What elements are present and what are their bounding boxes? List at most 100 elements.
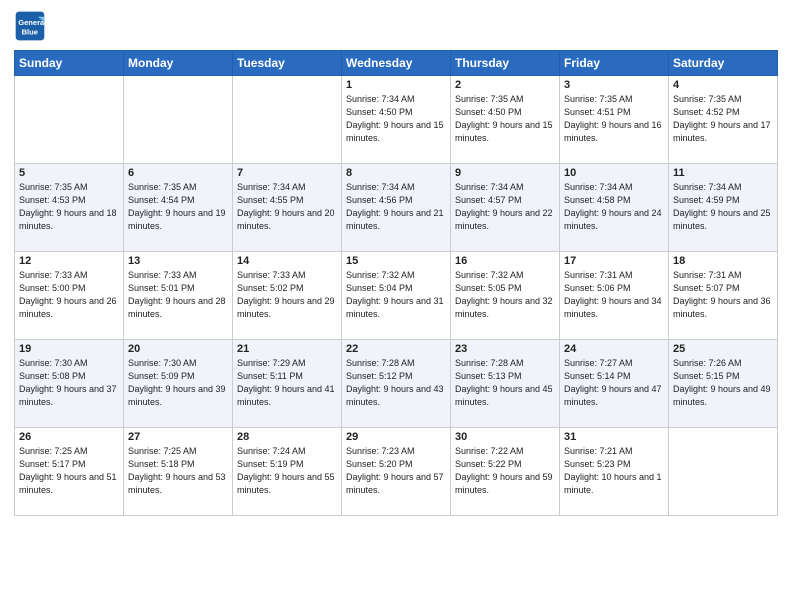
day-cell: 9 Sunrise: 7:34 AMSunset: 4:57 PMDaylight… [451,164,560,252]
day-number: 9 [455,167,555,179]
day-cell: 23 Sunrise: 7:28 AMSunset: 5:13 PMDayligh… [451,340,560,428]
day-number: 12 [19,255,119,267]
day-number: 14 [237,255,337,267]
day-number: 19 [19,343,119,355]
day-info: Sunrise: 7:30 AMSunset: 5:09 PMDaylight:… [128,357,228,409]
day-cell: 26 Sunrise: 7:25 AMSunset: 5:17 PMDayligh… [15,428,124,516]
day-info: Sunrise: 7:33 AMSunset: 5:00 PMDaylight:… [19,269,119,321]
day-number: 28 [237,431,337,443]
weekday-header-saturday: Saturday [669,51,778,76]
day-info: Sunrise: 7:25 AMSunset: 5:18 PMDaylight:… [128,445,228,497]
day-info: Sunrise: 7:32 AMSunset: 5:04 PMDaylight:… [346,269,446,321]
day-cell: 5 Sunrise: 7:35 AMSunset: 4:53 PMDaylight… [15,164,124,252]
day-info: Sunrise: 7:24 AMSunset: 5:19 PMDaylight:… [237,445,337,497]
week-row-3: 19 Sunrise: 7:30 AMSunset: 5:08 PMDayligh… [15,340,778,428]
day-cell: 29 Sunrise: 7:23 AMSunset: 5:20 PMDayligh… [342,428,451,516]
day-info: Sunrise: 7:21 AMSunset: 5:23 PMDaylight:… [564,445,664,497]
day-info: Sunrise: 7:32 AMSunset: 5:05 PMDaylight:… [455,269,555,321]
day-info: Sunrise: 7:26 AMSunset: 5:15 PMDaylight:… [673,357,773,409]
day-cell: 12 Sunrise: 7:33 AMSunset: 5:00 PMDayligh… [15,252,124,340]
day-cell: 20 Sunrise: 7:30 AMSunset: 5:09 PMDayligh… [124,340,233,428]
day-number: 5 [19,167,119,179]
weekday-header-monday: Monday [124,51,233,76]
day-cell [124,76,233,164]
week-row-2: 12 Sunrise: 7:33 AMSunset: 5:00 PMDayligh… [15,252,778,340]
day-info: Sunrise: 7:34 AMSunset: 4:58 PMDaylight:… [564,181,664,233]
day-cell: 6 Sunrise: 7:35 AMSunset: 4:54 PMDaylight… [124,164,233,252]
day-cell: 15 Sunrise: 7:32 AMSunset: 5:04 PMDayligh… [342,252,451,340]
day-cell [15,76,124,164]
day-cell: 25 Sunrise: 7:26 AMSunset: 5:15 PMDayligh… [669,340,778,428]
day-info: Sunrise: 7:34 AMSunset: 4:50 PMDaylight:… [346,93,446,145]
day-cell: 16 Sunrise: 7:32 AMSunset: 5:05 PMDayligh… [451,252,560,340]
day-cell: 24 Sunrise: 7:27 AMSunset: 5:14 PMDayligh… [560,340,669,428]
day-info: Sunrise: 7:31 AMSunset: 5:07 PMDaylight:… [673,269,773,321]
day-number: 31 [564,431,664,443]
day-info: Sunrise: 7:35 AMSunset: 4:50 PMDaylight:… [455,93,555,145]
day-info: Sunrise: 7:25 AMSunset: 5:17 PMDaylight:… [19,445,119,497]
day-cell: 17Sunrise: 7:31 AMSunset: 5:06 PMDayligh… [560,252,669,340]
day-cell: 27Sunrise: 7:25 AMSunset: 5:18 PMDayligh… [124,428,233,516]
day-cell: 18 Sunrise: 7:31 AMSunset: 5:07 PMDayligh… [669,252,778,340]
day-cell: 28 Sunrise: 7:24 AMSunset: 5:19 PMDayligh… [233,428,342,516]
day-info: Sunrise: 7:30 AMSunset: 5:08 PMDaylight:… [19,357,119,409]
weekday-header-sunday: Sunday [15,51,124,76]
logo-icon: General Blue [14,10,46,42]
page: General Blue SundayMondayTuesdayWednesda… [0,0,792,612]
day-number: 7 [237,167,337,179]
day-info: Sunrise: 7:29 AMSunset: 5:11 PMDaylight:… [237,357,337,409]
week-row-0: 1 Sunrise: 7:34 AMSunset: 4:50 PMDaylight… [15,76,778,164]
day-number: 24 [564,343,664,355]
day-number: 6 [128,167,228,179]
day-number: 23 [455,343,555,355]
day-info: Sunrise: 7:28 AMSunset: 5:13 PMDaylight:… [455,357,555,409]
day-cell: 13 Sunrise: 7:33 AMSunset: 5:01 PMDayligh… [124,252,233,340]
day-number: 30 [455,431,555,443]
day-cell: 22 Sunrise: 7:28 AMSunset: 5:12 PMDayligh… [342,340,451,428]
day-cell: 31 Sunrise: 7:21 AMSunset: 5:23 PMDayligh… [560,428,669,516]
day-cell: 19 Sunrise: 7:30 AMSunset: 5:08 PMDayligh… [15,340,124,428]
weekday-header-tuesday: Tuesday [233,51,342,76]
day-number: 26 [19,431,119,443]
day-number: 20 [128,343,228,355]
day-number: 22 [346,343,446,355]
day-number: 29 [346,431,446,443]
day-number: 2 [455,79,555,91]
weekday-header-row: SundayMondayTuesdayWednesdayThursdayFrid… [15,51,778,76]
weekday-header-wednesday: Wednesday [342,51,451,76]
day-info: Sunrise: 7:27 AMSunset: 5:14 PMDaylight:… [564,357,664,409]
day-number: 18 [673,255,773,267]
day-cell: 30Sunrise: 7:22 AMSunset: 5:22 PMDayligh… [451,428,560,516]
weekday-header-thursday: Thursday [451,51,560,76]
day-info: Sunrise: 7:33 AMSunset: 5:02 PMDaylight:… [237,269,337,321]
day-number: 16 [455,255,555,267]
weekday-header-friday: Friday [560,51,669,76]
day-number: 11 [673,167,773,179]
logo: General Blue [14,10,46,42]
day-info: Sunrise: 7:34 AMSunset: 4:55 PMDaylight:… [237,181,337,233]
day-number: 13 [128,255,228,267]
day-number: 15 [346,255,446,267]
day-cell: 1 Sunrise: 7:34 AMSunset: 4:50 PMDaylight… [342,76,451,164]
day-cell [669,428,778,516]
week-row-1: 5 Sunrise: 7:35 AMSunset: 4:53 PMDaylight… [15,164,778,252]
day-number: 3 [564,79,664,91]
day-number: 21 [237,343,337,355]
day-number: 25 [673,343,773,355]
day-info: Sunrise: 7:34 AMSunset: 4:57 PMDaylight:… [455,181,555,233]
day-info: Sunrise: 7:35 AMSunset: 4:54 PMDaylight:… [128,181,228,233]
day-info: Sunrise: 7:35 AMSunset: 4:53 PMDaylight:… [19,181,119,233]
day-cell: 8 Sunrise: 7:34 AMSunset: 4:56 PMDaylight… [342,164,451,252]
week-row-4: 26 Sunrise: 7:25 AMSunset: 5:17 PMDayligh… [15,428,778,516]
day-cell [233,76,342,164]
day-cell: 10Sunrise: 7:34 AMSunset: 4:58 PMDayligh… [560,164,669,252]
day-info: Sunrise: 7:34 AMSunset: 4:56 PMDaylight:… [346,181,446,233]
day-info: Sunrise: 7:28 AMSunset: 5:12 PMDaylight:… [346,357,446,409]
day-info: Sunrise: 7:23 AMSunset: 5:20 PMDaylight:… [346,445,446,497]
day-cell: 4Sunrise: 7:35 AMSunset: 4:52 PMDaylight… [669,76,778,164]
day-cell: 21 Sunrise: 7:29 AMSunset: 5:11 PMDayligh… [233,340,342,428]
day-info: Sunrise: 7:34 AMSunset: 4:59 PMDaylight:… [673,181,773,233]
day-number: 1 [346,79,446,91]
day-number: 8 [346,167,446,179]
day-info: Sunrise: 7:33 AMSunset: 5:01 PMDaylight:… [128,269,228,321]
